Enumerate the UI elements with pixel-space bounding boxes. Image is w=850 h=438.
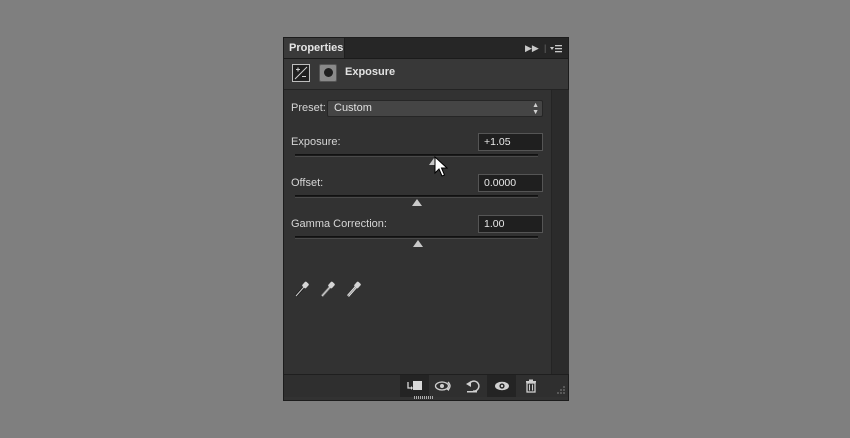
panel-scrollbar[interactable] (551, 90, 569, 374)
black-point-eyedropper-icon[interactable] (293, 279, 311, 299)
resize-grip-icon[interactable] (554, 383, 566, 395)
panel-title: Exposure (345, 66, 396, 78)
toggle-visibility-icon[interactable] (487, 375, 516, 397)
white-point-eyedropper-icon[interactable] (345, 279, 363, 299)
view-previous-state-icon[interactable] (429, 375, 458, 397)
mouse-cursor-icon (434, 156, 448, 177)
panel-bottom-grip[interactable] (414, 396, 434, 399)
layer-mask-icon[interactable] (319, 64, 337, 82)
panel-tab-bar: Properties ▶▶ | (284, 38, 568, 59)
offset-slider-track[interactable] (295, 195, 538, 198)
panel-menu-icon[interactable] (550, 38, 562, 58)
offset-slider-thumb[interactable] (412, 199, 422, 206)
preset-value: Custom (334, 102, 372, 114)
gamma-field[interactable]: 1.00 (478, 215, 543, 233)
gamma-slider-track[interactable] (295, 236, 538, 239)
tab-properties[interactable]: Properties (284, 38, 345, 58)
exposure-adjustment-icon[interactable] (292, 64, 310, 82)
tab-divider: | (544, 43, 547, 53)
reset-adjustments-icon[interactable] (458, 375, 487, 397)
gamma-slider-thumb[interactable] (413, 240, 423, 247)
offset-label: Offset: (291, 177, 324, 189)
clip-to-layer-icon[interactable] (400, 375, 429, 397)
delete-adjustment-icon[interactable] (516, 375, 545, 397)
preset-select[interactable]: Custom ▲ ▼ (327, 100, 543, 117)
exposure-label: Exposure: (291, 136, 341, 148)
gamma-label: Gamma Correction: (291, 218, 387, 230)
preset-label: Preset: (291, 102, 326, 114)
properties-panel: Properties ▶▶ | Exposure Preset: Custom … (283, 37, 569, 401)
offset-field[interactable]: 0.0000 (478, 174, 543, 192)
updown-arrows-icon: ▲ ▼ (532, 102, 539, 116)
gray-point-eyedropper-icon[interactable] (319, 279, 337, 299)
exposure-slider-track[interactable] (295, 154, 538, 157)
panel-footer (284, 374, 568, 397)
panel-header: Exposure (284, 59, 568, 90)
exposure-field[interactable]: +1.05 (478, 133, 543, 151)
double-chevron-right-icon[interactable]: ▶▶ (525, 38, 539, 58)
